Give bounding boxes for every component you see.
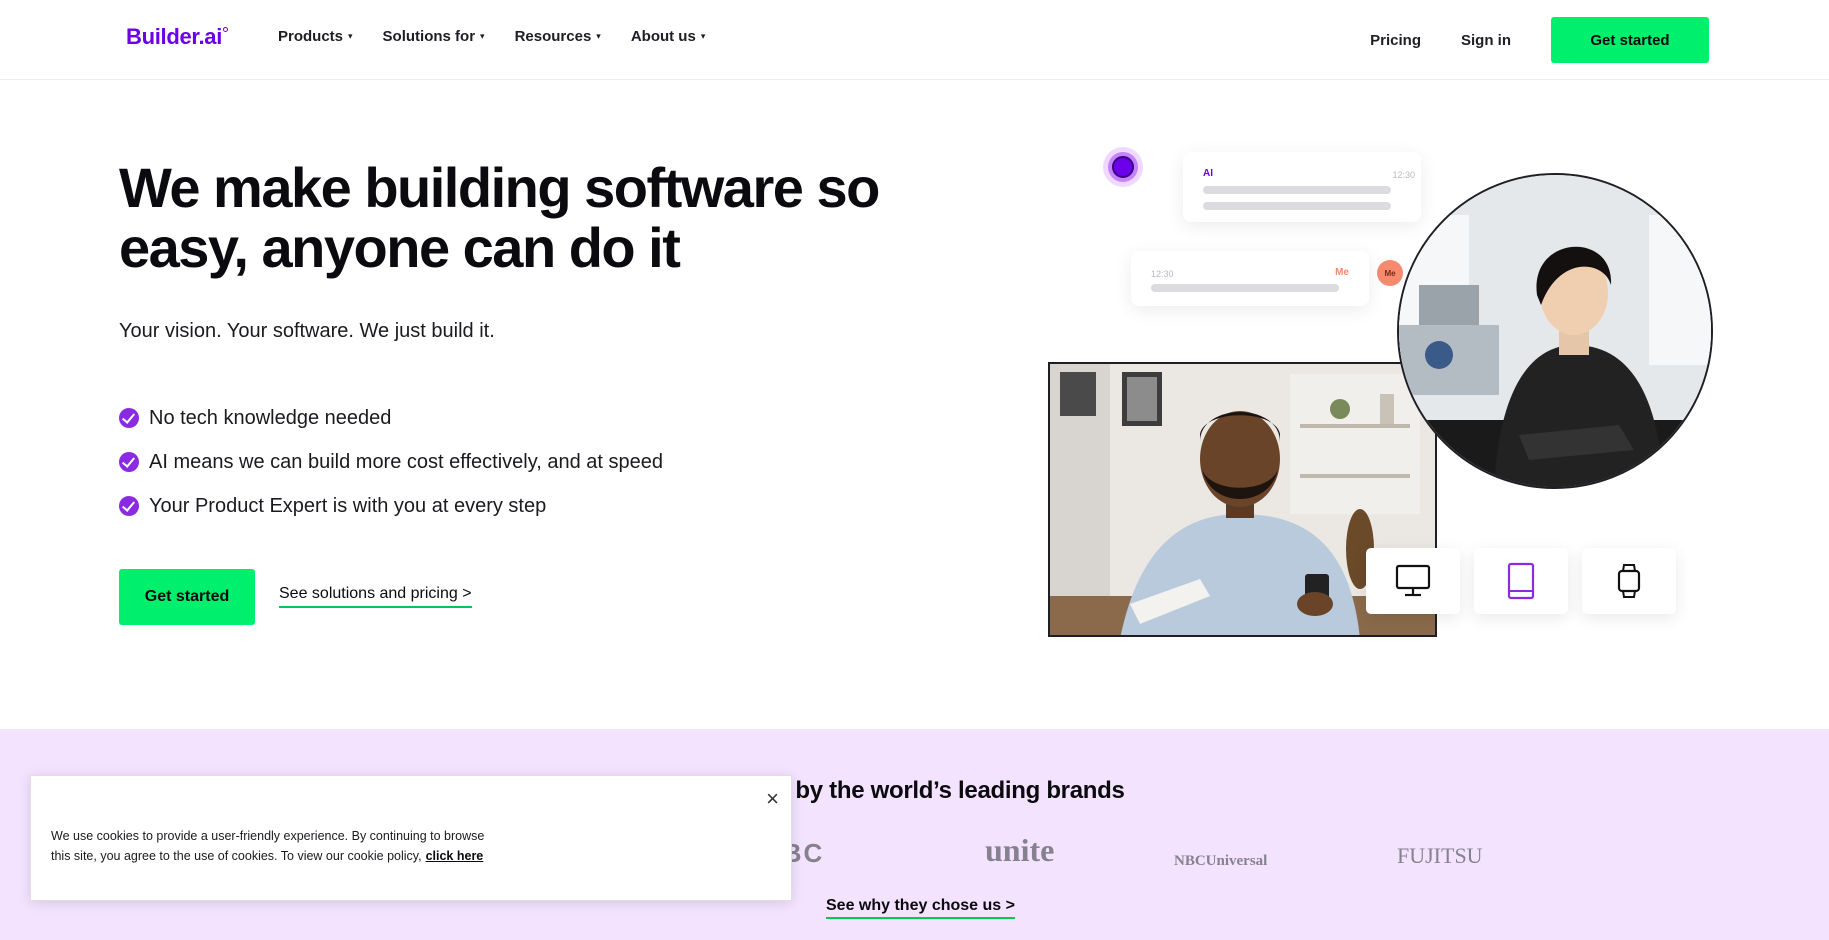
caret-down-icon: ▾ [700, 31, 706, 41]
message-line [1203, 186, 1391, 194]
feature-item: AI means we can build more cost effectiv… [119, 440, 663, 484]
nav-products-label: Products [278, 28, 344, 45]
feature-item: No tech knowledge needed [119, 396, 663, 440]
fujitsu-logo: FUJITSU [1397, 843, 1483, 868]
me-time: 12:30 [1151, 269, 1174, 279]
signin-link[interactable]: Sign in [1461, 32, 1511, 49]
close-icon[interactable]: × [766, 786, 779, 812]
cookie-text-block: We use cookies to provide a user-friendl… [51, 826, 491, 866]
builder-logo[interactable]: Builder.ai [126, 24, 229, 50]
feature-item: Your Product Expert is with you at every… [119, 484, 663, 528]
ai-label: AI [1203, 168, 1213, 179]
cookie-banner: × We use cookies to provide a user-frien… [30, 775, 792, 901]
cookie-policy-link[interactable]: click here [426, 849, 484, 863]
check-icon [119, 408, 139, 428]
desktop-icon [1395, 564, 1431, 597]
me-chat-bubble: 12:30 Me [1131, 251, 1369, 306]
ai-pulse-dot [1112, 156, 1134, 178]
feature-text: Your Product Expert is with you at every… [149, 494, 547, 517]
check-icon [119, 452, 139, 472]
nav-about-label: About us [630, 28, 696, 45]
watch-icon [1617, 564, 1641, 598]
site-header: Builder.ai Products ▾ Solutions for ▾ Reso… [0, 0, 1829, 80]
caret-down-icon: ▾ [348, 31, 353, 41]
nav-about[interactable]: About us ▾ [631, 28, 706, 45]
logo-text: Builder.ai [126, 24, 223, 49]
device-watch [1582, 548, 1676, 614]
main-nav: Products ▾ Solutions for ▾ Resources ▾ Abou… [278, 28, 735, 45]
ai-time: 12:30 [1392, 170, 1415, 180]
hero-title: We make building software so easy, anyon… [119, 156, 880, 279]
header-get-started-button[interactable]: Get started [1551, 17, 1709, 63]
caret-down-icon: ▾ [480, 31, 485, 41]
solutions-pricing-link[interactable]: See solutions and pricing > [279, 585, 472, 608]
woman-photo-illustration [1399, 175, 1711, 487]
cookie-text: We use cookies to provide a user-friendl… [51, 829, 485, 863]
pricing-link[interactable]: Pricing [1370, 32, 1421, 49]
woman-photo [1397, 173, 1713, 489]
message-line [1151, 284, 1339, 292]
message-line [1203, 202, 1391, 210]
nbcuniversal-logo: NBCUniversal [1174, 853, 1268, 869]
check-icon [119, 496, 139, 516]
feature-list: No tech knowledge needed AI means we can… [119, 396, 663, 528]
nav-resources-label: Resources [514, 28, 592, 45]
nav-products[interactable]: Products ▾ [278, 28, 353, 45]
feature-text: AI means we can build more cost effectiv… [149, 450, 663, 473]
nav-solutions-label: Solutions for [382, 28, 476, 45]
me-label: Me [1335, 267, 1349, 278]
feature-text: No tech knowledge needed [149, 406, 392, 429]
device-tablet [1474, 548, 1568, 614]
nav-solutions[interactable]: Solutions for ▾ [383, 28, 485, 45]
header-actions: Pricing Sign in Get started [1370, 17, 1709, 63]
ai-chat-bubble: AI 12:30 [1183, 152, 1421, 222]
tablet-icon [1507, 562, 1535, 600]
caret-down-icon: ▾ [596, 31, 601, 41]
device-desktop [1366, 548, 1460, 614]
hero-get-started-button[interactable]: Get started [119, 569, 255, 625]
unite-logo: unite [985, 832, 1055, 868]
hero-subtitle: Your vision. Your software. We just buil… [119, 320, 495, 342]
see-why-link[interactable]: See why they chose us > [826, 897, 1015, 919]
nav-resources[interactable]: Resources ▾ [515, 28, 601, 45]
logo-dot [223, 27, 229, 32]
me-avatar: Me [1377, 260, 1403, 286]
